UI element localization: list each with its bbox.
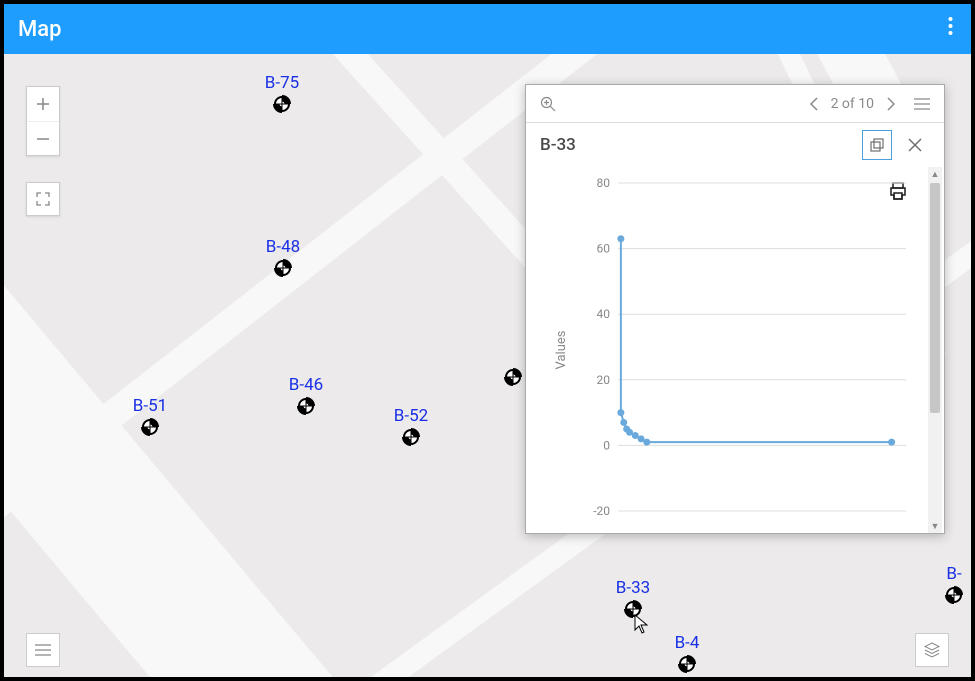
zoom-control xyxy=(26,86,60,156)
marker-label: B-46 xyxy=(289,375,323,395)
chart-svg[interactable]: -20 0 20 40 60 80 xyxy=(578,171,914,529)
svg-text:20: 20 xyxy=(597,373,611,387)
map-marker[interactable]: B-48 xyxy=(274,259,292,277)
popup-body: ▲ ▼ Values -20 0 20 40 60 80 xyxy=(526,167,944,533)
scroll-down-icon: ▼ xyxy=(928,519,942,533)
pager-prev-button[interactable] xyxy=(805,93,823,115)
marker-symbol-icon xyxy=(141,418,159,436)
marker-symbol-icon xyxy=(274,259,292,277)
popup-title-row: B-33 xyxy=(526,123,944,167)
app-header: Map xyxy=(4,4,971,54)
map-marker[interactable]: B-52 xyxy=(402,428,420,446)
popup-options-button[interactable] xyxy=(910,94,934,114)
map-marker[interactable]: B-33 xyxy=(624,600,642,618)
marker-symbol-icon xyxy=(504,368,522,386)
svg-text:40: 40 xyxy=(597,307,611,321)
close-popup-button[interactable] xyxy=(900,130,930,160)
marker-label: B-51 xyxy=(133,396,167,416)
map-marker[interactable]: B- xyxy=(945,586,963,604)
header-overflow-menu-button[interactable] xyxy=(944,12,957,46)
scroll-up-icon: ▲ xyxy=(928,167,942,181)
map-marker[interactable]: B-46 xyxy=(297,397,315,415)
map-marker[interactable]: B-4 xyxy=(678,655,696,673)
marker-symbol-icon xyxy=(297,397,315,415)
marker-label: B- xyxy=(946,564,961,584)
page-title: Map xyxy=(18,17,944,42)
zoom-out-button[interactable] xyxy=(27,121,59,155)
marker-label: B-4 xyxy=(675,633,700,653)
svg-text:80: 80 xyxy=(597,176,611,190)
scroll-thumb[interactable] xyxy=(930,183,940,413)
popup-scrollbar[interactable]: ▲ ▼ xyxy=(928,167,942,533)
pager-text: 2 of 10 xyxy=(831,96,874,112)
marker-label: B-75 xyxy=(265,73,299,93)
popup-pager: 2 of 10 xyxy=(805,93,900,115)
map-marker[interactable]: B-51 xyxy=(141,418,159,436)
svg-text:0: 0 xyxy=(603,438,610,452)
legend-button[interactable] xyxy=(26,633,60,667)
marker-symbol-icon xyxy=(273,95,291,113)
popup-title: B-33 xyxy=(540,135,576,155)
marker-symbol-icon xyxy=(402,428,420,446)
marker-label: B-52 xyxy=(394,406,428,426)
map-canvas[interactable]: B-75 B-48 B-51 B-46 B-52 B-33 B-4 B- 2 of 10 xyxy=(4,54,971,677)
map-marker[interactable]: B-75 xyxy=(273,95,291,113)
fullscreen-button[interactable] xyxy=(26,182,60,216)
feature-popup: 2 of 10 B-33 xyxy=(525,84,945,534)
dock-popup-button[interactable] xyxy=(862,130,892,160)
marker-symbol-icon xyxy=(945,586,963,604)
zoom-to-button[interactable] xyxy=(536,92,560,116)
map-marker[interactable] xyxy=(504,368,522,386)
marker-label: B-33 xyxy=(616,578,650,598)
svg-text:60: 60 xyxy=(597,242,611,256)
basemap-layers-button[interactable] xyxy=(915,633,949,667)
chart-container: Values -20 0 20 40 60 80 xyxy=(544,171,914,529)
y-axis-label: Values xyxy=(554,331,569,370)
marker-label: B-48 xyxy=(266,237,300,257)
marker-symbol-icon xyxy=(678,655,696,673)
zoom-in-button[interactable] xyxy=(27,87,59,121)
marker-symbol-icon xyxy=(624,600,642,618)
svg-text:-20: -20 xyxy=(593,504,610,518)
pager-next-button[interactable] xyxy=(882,93,900,115)
popup-toolbar: 2 of 10 xyxy=(526,85,944,123)
